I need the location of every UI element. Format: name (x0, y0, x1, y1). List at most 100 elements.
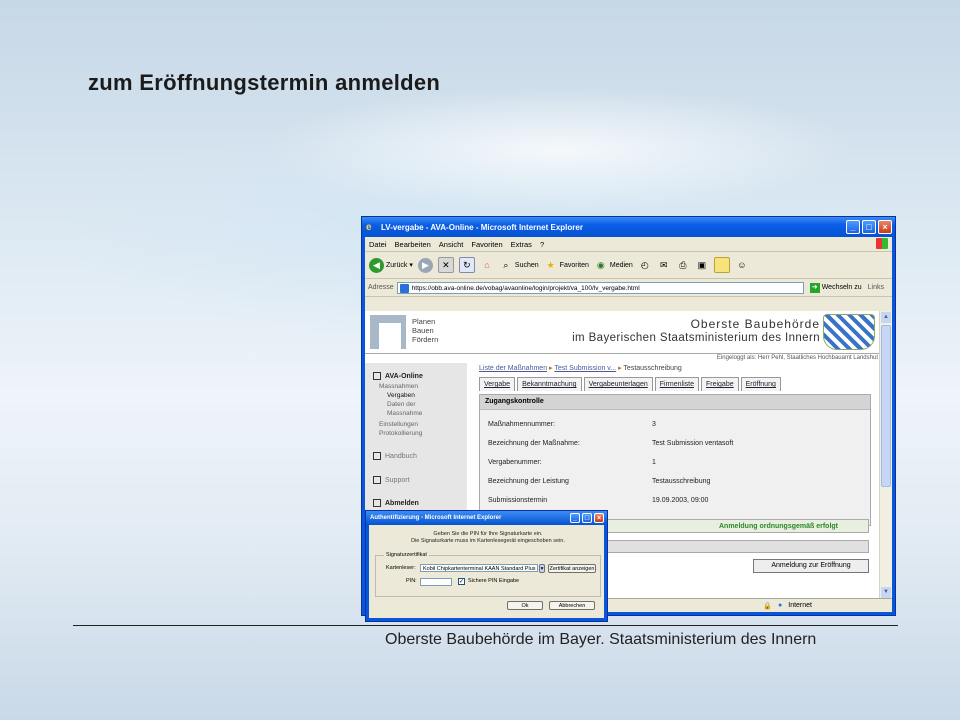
discuss-icon[interactable] (713, 257, 730, 273)
tab-vergabeunterlagen[interactable]: Vergabeunterlagen (583, 377, 653, 391)
breadcrumb-current: Testausschreibung (623, 365, 682, 372)
go-label: Wechseln zu (821, 284, 862, 291)
coat-of-arms-icon (823, 314, 875, 350)
dialog-minimize-button[interactable]: _ (570, 513, 580, 523)
tab-freigabe[interactable]: Freigabe (700, 377, 739, 391)
chevron-down-icon[interactable]: ▾ (539, 564, 545, 573)
page-header: Planen Bauen Fördern Oberste Baubehörde … (365, 311, 880, 354)
logo-line-bauen: Bauen (412, 326, 434, 335)
print-icon[interactable]: ⎙ (676, 258, 690, 272)
windows-logo-icon (876, 238, 888, 249)
scroll-down-icon[interactable]: ▼ (881, 587, 891, 598)
field-label: Bezeichnung der Maßnahme: (488, 440, 580, 447)
nav-protokollierung[interactable]: Protokollierung (379, 430, 422, 437)
address-input[interactable]: https://obb.ava-online.de/vobag/avaonlin… (396, 281, 804, 294)
menu-extras[interactable]: Extras (511, 240, 532, 249)
nav-vergaben[interactable]: Vergaben (387, 392, 415, 399)
nav-ava-online[interactable]: AVA-Online (373, 372, 423, 380)
chevron-down-icon: ▾ (409, 262, 413, 269)
dialog-maximize-button[interactable]: □ (582, 513, 592, 523)
nav-handbuch[interactable]: Handbuch (373, 452, 417, 460)
mail-icon[interactable]: ✉ (657, 258, 671, 272)
nav-support[interactable]: Support (373, 476, 410, 484)
reader-select[interactable]: Kobil Chipkartenterminal KAAN Standard P… (420, 564, 538, 572)
field-label: Submissionstermin (488, 497, 548, 504)
vertical-scrollbar[interactable]: ▲ ▼ (879, 311, 892, 599)
close-button[interactable]: × (878, 220, 892, 234)
refresh-button[interactable]: ↻ (458, 257, 475, 273)
access-control-panel: Zugangskontrolle Maßnahmennummer: 3 Beze… (479, 394, 871, 526)
home-button[interactable]: ⌂ (480, 258, 494, 272)
pin-input[interactable] (420, 578, 452, 586)
minimize-button[interactable]: _ (846, 220, 860, 234)
globe-icon: ● (778, 602, 783, 609)
menu-help[interactable]: ? (540, 240, 544, 249)
certificate-group: Signaturzertifikat Kartenleser: Kobil Ch… (375, 552, 601, 597)
menu-ansicht[interactable]: Ansicht (439, 240, 464, 249)
back-button[interactable]: ◀ Zurück ▾ (369, 257, 413, 273)
ok-button[interactable]: Ok (507, 601, 543, 610)
nav-daten-der[interactable]: Daten der (387, 401, 416, 408)
favorites-button[interactable]: ★ Favoriten (544, 258, 589, 272)
collapse-icon (373, 372, 381, 380)
field-value: 1 (652, 459, 656, 466)
nav-massnahme[interactable]: Massnahme (387, 410, 422, 417)
footer-text: Oberste Baubehörde im Bayer. Staatsminis… (385, 631, 817, 648)
pin-label: PIN: (406, 578, 417, 584)
menu-bar: Datei Bearbeiten Ansicht Favoriten Extra… (365, 237, 892, 252)
ie-logo-icon: e (366, 221, 372, 233)
logo-line-planen: Planen (412, 317, 436, 326)
dialog-message: Geben Sie die PIN für Ihre Signaturkarte… (377, 531, 599, 545)
show-certificate-button[interactable]: Zertifikat anzeigen (548, 564, 596, 573)
lock-icon: 🔒 (763, 602, 773, 610)
tab-firmenliste[interactable]: Firmenliste (654, 377, 699, 391)
scroll-up-icon[interactable]: ▲ (881, 312, 891, 323)
tab-bar: Vergabe Bekanntmachung Vergabeunterlagen… (479, 377, 783, 391)
register-opening-button[interactable]: Anmeldung zur Eröffnung (753, 559, 869, 573)
dialog-message-line: Die Signaturkarte muss im Kartenlesegerä… (411, 538, 565, 544)
group-label: Signaturzertifikat (384, 552, 429, 558)
dialog-titlebar[interactable]: Authentifizierung - Microsoft Internet E… (366, 511, 607, 525)
nav-massnahmen[interactable]: Massnahmen (379, 383, 418, 390)
tab-bekanntmachung[interactable]: Bekanntmachung (517, 377, 582, 391)
address-bar: Adresse https://obb.ava-online.de/vobag/… (365, 279, 892, 297)
field-row: Maßnahmennummer: 3 (488, 421, 656, 428)
logo (370, 315, 406, 349)
nav-abmelden[interactable]: Abmelden (373, 499, 419, 507)
menu-datei[interactable]: Datei (369, 240, 387, 249)
maximize-button[interactable]: □ (862, 220, 876, 234)
logo-line-foerdern: Fördern (412, 335, 439, 344)
dialog-title: Authentifizierung - Microsoft Internet E… (370, 515, 502, 521)
org-subtitle: im Bayerischen Staatsministerium des Inn… (572, 332, 820, 344)
go-arrow-icon: ➜ (809, 282, 820, 293)
scroll-thumb[interactable] (881, 325, 891, 487)
cancel-button[interactable]: Abbrechen (549, 601, 595, 610)
links-label[interactable]: Links (868, 284, 892, 291)
field-row: Bezeichnung der Leistung Testausschreibu… (488, 478, 710, 485)
breadcrumb-submission[interactable]: Test Submission v... (554, 365, 616, 372)
go-button[interactable]: ➜ Wechseln zu (807, 282, 865, 293)
nav-einstellungen[interactable]: Einstellungen (379, 421, 418, 428)
messenger-icon[interactable]: ☺ (735, 258, 749, 272)
dialog-close-button[interactable]: × (594, 513, 604, 523)
field-value: 19.09.2003, 09:00 (652, 497, 709, 504)
media-icon: ◉ (596, 260, 605, 270)
forward-button[interactable]: ▶ (417, 257, 433, 273)
back-arrow-icon: ◀ (369, 257, 384, 273)
secure-pin-checkbox[interactable]: ✓ (458, 578, 465, 585)
window-title: LV-vergabe - AVA-Online - Microsoft Inte… (381, 222, 583, 232)
search-button[interactable]: ⌕ Suchen (499, 258, 538, 272)
history-icon[interactable]: ◴ (638, 258, 652, 272)
tab-vergabe[interactable]: Vergabe (479, 377, 516, 391)
tab-eroeffnung[interactable]: Eröffnung (740, 377, 781, 391)
secure-pin-label: Sichere PIN Eingabe (468, 578, 520, 584)
breadcrumb-massnahmen[interactable]: Liste der Maßnahmen (479, 365, 547, 372)
stop-button[interactable]: ✕ (437, 257, 454, 273)
edit-icon[interactable]: ▣ (695, 258, 709, 272)
media-button[interactable]: ◉ Medien (594, 258, 633, 272)
menu-bearbeiten[interactable]: Bearbeiten (395, 240, 431, 249)
browser-titlebar[interactable]: e LV-vergabe - AVA-Online - Microsoft In… (362, 217, 895, 237)
menu-favoriten[interactable]: Favoriten (471, 240, 502, 249)
nav-ava-online-label: AVA-Online (385, 372, 423, 380)
reader-label: Kartenleser: (386, 565, 416, 571)
